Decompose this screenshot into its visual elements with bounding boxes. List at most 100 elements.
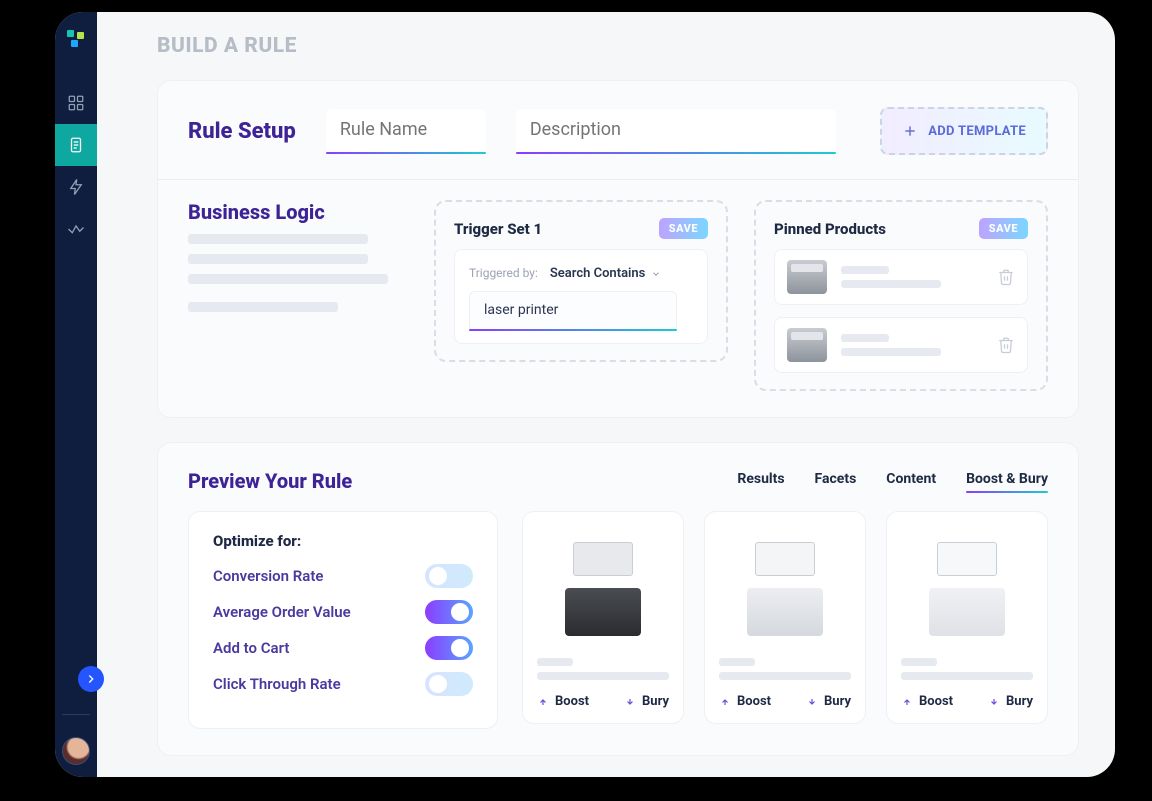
skeleton-line	[537, 658, 573, 666]
description-input[interactable]	[516, 109, 836, 154]
business-logic-block: Business Logic	[188, 200, 408, 322]
trash-icon[interactable]	[997, 268, 1015, 286]
pinned-products-title: Pinned Products	[774, 220, 886, 238]
skeleton-line	[719, 658, 755, 666]
product-thumb	[787, 260, 827, 294]
nav-automation[interactable]	[55, 166, 97, 208]
tab-content[interactable]: Content	[886, 471, 936, 491]
boost-button[interactable]: Boost	[719, 694, 771, 709]
preview-card: Preview Your Rule Results Facets Content…	[157, 442, 1079, 756]
rule-setup-row: Rule Setup ADD TEMPLATE	[188, 107, 1048, 155]
pinned-item-text	[841, 334, 983, 356]
bury-button[interactable]: Bury	[624, 694, 669, 709]
tab-facets[interactable]: Facets	[815, 471, 857, 491]
nav-dashboard[interactable]	[55, 82, 97, 124]
toggle-ctr[interactable]	[425, 672, 473, 696]
setup-divider	[158, 179, 1078, 180]
bury-label: Bury	[642, 694, 669, 709]
chevron-down-icon	[651, 269, 661, 279]
app-frame: BUILD A RULE Rule Setup ADD TEMPLATE	[55, 12, 1115, 777]
skeleton-line	[188, 234, 368, 244]
toggle-aov[interactable]	[425, 600, 473, 624]
optimize-row: Average Order Value	[213, 600, 473, 624]
arrow-down-icon	[624, 696, 636, 708]
trash-icon[interactable]	[997, 336, 1015, 354]
trigger-mode-label: Search Contains	[550, 266, 646, 281]
product-card: Boost Bury	[704, 511, 866, 724]
skeleton-line	[537, 672, 669, 680]
bury-button[interactable]: Bury	[806, 694, 851, 709]
boost-button[interactable]: Boost	[537, 694, 589, 709]
page-title: BUILD A RULE	[157, 34, 1079, 58]
pinned-item-text	[841, 266, 983, 288]
optimize-row: Conversion Rate	[213, 564, 473, 588]
preview-header: Preview Your Rule Results Facets Content…	[188, 469, 1048, 493]
arrow-down-icon	[988, 696, 1000, 708]
pinned-item[interactable]	[774, 249, 1028, 305]
plus-icon	[902, 123, 918, 139]
preview-title: Preview Your Rule	[188, 469, 352, 493]
optimize-label: Average Order Value	[213, 603, 351, 621]
arrow-up-icon	[901, 696, 913, 708]
toggle-add-to-cart[interactable]	[425, 636, 473, 660]
arrow-up-icon	[719, 696, 731, 708]
boost-label: Boost	[919, 694, 953, 709]
skeleton-line	[188, 274, 388, 284]
nav-list	[55, 82, 97, 250]
business-logic-title: Business Logic	[188, 200, 408, 224]
optimize-label: Add to Cart	[213, 639, 289, 657]
pinned-list	[774, 249, 1028, 373]
optimize-row: Click Through Rate	[213, 672, 473, 696]
rule-setup-title: Rule Setup	[188, 119, 296, 144]
bury-label: Bury	[824, 694, 851, 709]
trigger-mode-dropdown[interactable]: Search Contains	[550, 266, 662, 281]
description-field	[516, 109, 836, 154]
boost-button[interactable]: Boost	[901, 694, 953, 709]
product-card: Boost Bury	[522, 511, 684, 724]
product-card: Boost Bury	[886, 511, 1048, 724]
trigger-query-field	[469, 291, 677, 331]
pinned-item[interactable]	[774, 317, 1028, 373]
business-logic-row: Business Logic Trigger Set 1 SAVE Trigge…	[188, 200, 1048, 391]
tab-boost-bury[interactable]: Boost & Bury	[966, 471, 1048, 491]
skeleton-line	[901, 658, 937, 666]
trigger-save-button[interactable]: SAVE	[659, 218, 708, 239]
optimize-title: Optimize for:	[213, 532, 473, 550]
sidebar	[55, 12, 97, 777]
tab-results[interactable]: Results	[737, 471, 784, 491]
product-image	[901, 526, 1033, 646]
triggered-by-label: Triggered by:	[469, 266, 538, 280]
rule-setup-card: Rule Setup ADD TEMPLATE Business Logic	[157, 80, 1079, 418]
logo-icon	[67, 30, 85, 48]
nav-rules[interactable]	[55, 124, 97, 166]
product-thumb	[787, 328, 827, 362]
trigger-query-input[interactable]	[469, 291, 677, 331]
preview-tabs: Results Facets Content Boost & Bury	[737, 471, 1048, 491]
product-grid: Boost Bury Boost Bury	[522, 511, 1048, 724]
pinned-save-button[interactable]: SAVE	[979, 218, 1028, 239]
nav-analytics[interactable]	[55, 208, 97, 250]
skeleton-line	[188, 254, 368, 264]
optimize-card: Optimize for: Conversion Rate Average Or…	[188, 511, 498, 729]
bury-label: Bury	[1006, 694, 1033, 709]
trigger-set-panel: Trigger Set 1 SAVE Triggered by: Search …	[434, 200, 728, 362]
boost-label: Boost	[737, 694, 771, 709]
skeleton-line	[719, 672, 851, 680]
optimize-label: Conversion Rate	[213, 567, 323, 585]
skeleton-line	[901, 672, 1033, 680]
toggle-conversion-rate[interactable]	[425, 564, 473, 588]
add-template-label: ADD TEMPLATE	[928, 124, 1026, 139]
boost-label: Boost	[555, 694, 589, 709]
user-avatar[interactable]	[62, 737, 90, 765]
arrow-down-icon	[806, 696, 818, 708]
bury-button[interactable]: Bury	[988, 694, 1033, 709]
sidebar-divider	[62, 714, 90, 715]
trigger-set-title: Trigger Set 1	[454, 220, 542, 238]
skeleton-line	[188, 302, 338, 312]
optimize-row: Add to Cart	[213, 636, 473, 660]
pinned-products-panel: Pinned Products SAVE	[754, 200, 1048, 391]
rule-name-field	[326, 109, 486, 154]
rule-name-input[interactable]	[326, 109, 486, 154]
add-template-button[interactable]: ADD TEMPLATE	[880, 107, 1048, 155]
product-image	[537, 526, 669, 646]
